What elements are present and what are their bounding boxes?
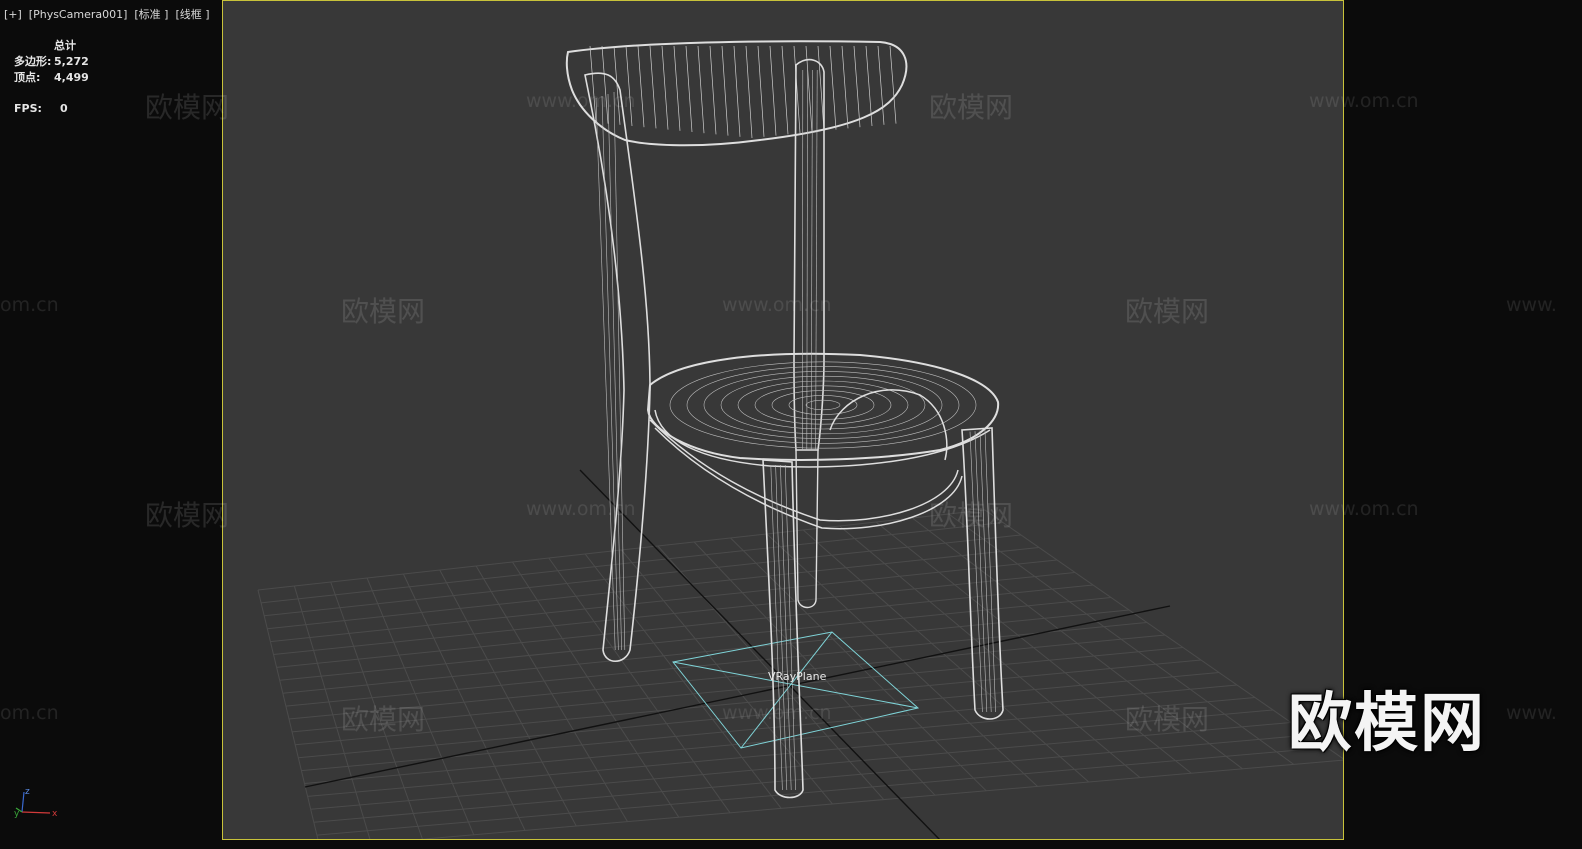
watermark-brand: 欧模网 <box>1125 295 1210 328</box>
watermark-url-fragment: www. <box>1506 294 1557 316</box>
watermark-url-fragment: om.cn <box>0 702 59 724</box>
axis-tripod-icon: x z y <box>14 787 58 819</box>
watermark-url-fragment: www. <box>1506 702 1557 724</box>
watermark-brand: 欧模网 <box>1125 703 1210 736</box>
watermark-url: www.om.cn <box>722 294 832 316</box>
grid-axis-cross <box>579 469 941 839</box>
watermark-url: www.om.cn <box>526 90 636 112</box>
watermark-brand: 欧模网 <box>929 91 1014 124</box>
watermark-url: www.om.cn <box>1309 498 1419 520</box>
watermark-brand: 欧模网 <box>145 499 230 532</box>
axis-z-label: z <box>25 787 30 797</box>
watermark-brand: 欧模网 <box>341 295 426 328</box>
watermark-url: www.om.cn <box>526 498 636 520</box>
grid-axis-main <box>304 605 1171 788</box>
axis-y-label: y <box>14 809 20 819</box>
watermark-brand: 欧模网 <box>145 91 230 124</box>
watermark-url: www.om.cn <box>1309 90 1419 112</box>
watermark-brand: 欧模网 <box>341 703 426 736</box>
watermark-url-fragment: om.cn <box>0 294 59 316</box>
vray-plane-label[interactable]: VRayPlane <box>768 670 826 683</box>
chair-back-post-right <box>793 58 825 451</box>
chair-wireframe[interactable] <box>565 40 1004 799</box>
axis-x-label: x <box>52 809 58 819</box>
watermark-url: www.om.cn <box>722 702 832 724</box>
watermark-brand: 欧模网 <box>929 499 1014 532</box>
logo-watermark: 欧模网 <box>1288 687 1486 761</box>
